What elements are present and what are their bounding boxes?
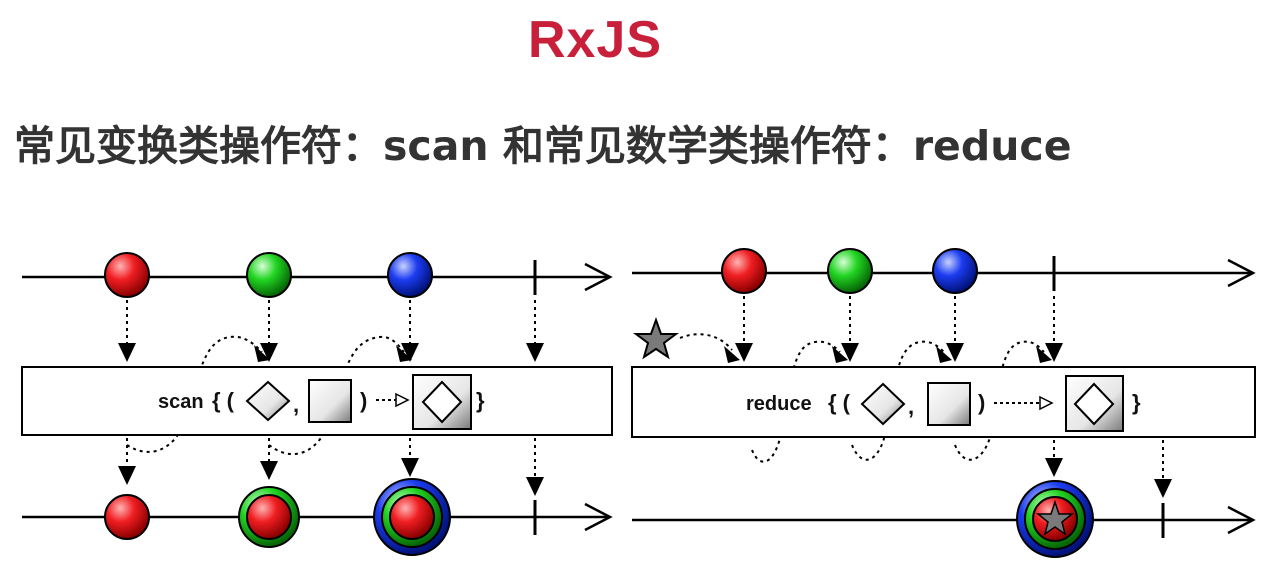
reduce-seed-curve: [679, 333, 733, 351]
reduce-seed-star-icon: [633, 317, 679, 360]
scan-diagram: scan { ( , ) }: [21, 252, 613, 556]
scan-output-marble-3: [373, 478, 451, 556]
reduce-close-brace: }: [1132, 390, 1141, 415]
scan-input-marble-red: [104, 252, 150, 298]
reduce-input-marble-red: [721, 248, 767, 294]
reduce-value-square: [927, 382, 971, 426]
scan-paren-close: ): [360, 388, 367, 413]
scan-close-brace: }: [476, 388, 485, 413]
reduce-comma: ,: [908, 394, 914, 419]
scan-input-marble-green: [246, 252, 292, 298]
scan-input-marble-blue: [387, 252, 433, 298]
marble-diagrams: scan { ( , ) } reduce {(,)}: [21, 248, 1256, 558]
scan-comma: ,: [293, 392, 299, 417]
reduce-input-marble-green: [827, 248, 873, 294]
scan-operator-label: scan: [158, 391, 204, 413]
scan-value-square: [308, 379, 352, 423]
reduce-output-marble: [1016, 480, 1094, 558]
reduce-open-brace: { (: [828, 390, 851, 415]
reduce-input-marble-blue: [932, 248, 978, 294]
scan-output-marble-1: [104, 494, 150, 540]
scan-output-marble-2: [238, 486, 300, 548]
reduce-operator-label: reduce: [746, 393, 812, 415]
reduce-paren-close: ): [978, 390, 985, 415]
reduce-diagram: reduce { ( , ) }: [631, 248, 1256, 558]
scan-open-brace: { (: [212, 388, 235, 413]
